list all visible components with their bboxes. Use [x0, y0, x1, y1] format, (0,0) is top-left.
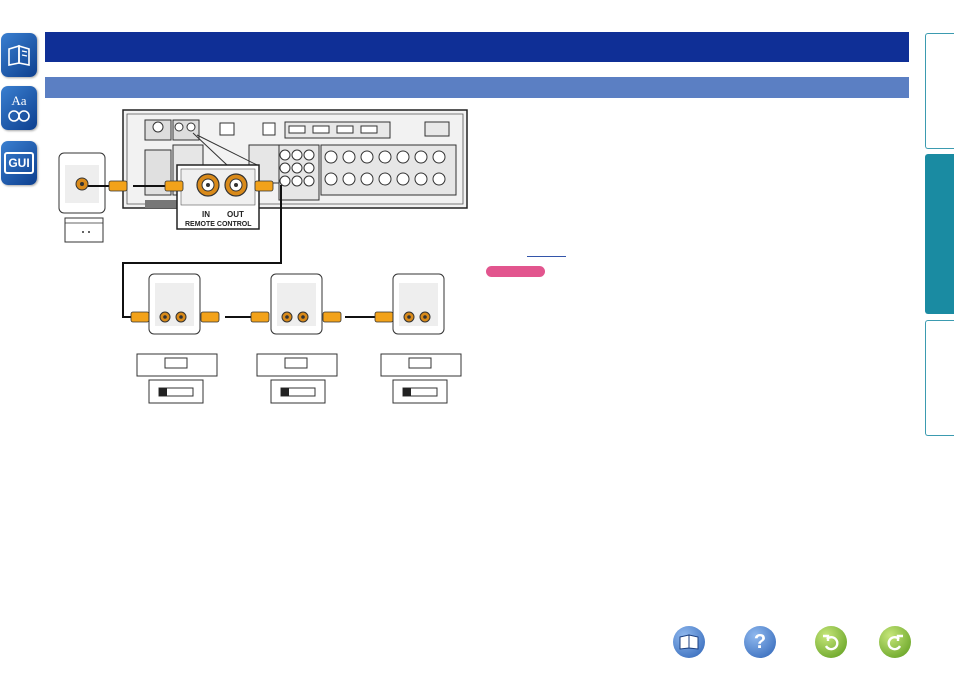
help-question-glyph: ?: [753, 630, 767, 653]
device-unit-2: [256, 273, 338, 404]
index-aa-icon[interactable]: Aa: [1, 86, 37, 130]
help-question-icon[interactable]: ?: [744, 626, 776, 658]
manual-book-icon[interactable]: [673, 626, 705, 658]
glasses-icon: [8, 109, 30, 122]
subsection-title-bar: [45, 77, 909, 98]
gui-icon[interactable]: GUI: [1, 141, 37, 185]
gui-label: GUI: [8, 156, 30, 170]
undo-back-icon[interactable]: [815, 626, 847, 658]
receiver-rear-panel: [122, 109, 468, 209]
note-label-badge: [486, 266, 545, 277]
tab-top[interactable]: [925, 33, 954, 149]
page-link-underline[interactable]: [527, 256, 566, 257]
contents-book-icon[interactable]: [1, 33, 37, 77]
tab-bottom[interactable]: [925, 320, 954, 436]
tab-middle[interactable]: [925, 154, 954, 314]
index-aa-label: Aa: [11, 92, 27, 108]
remote-control-label: REMOTE CONTROL: [185, 221, 252, 228]
redo-forward-icon[interactable]: [879, 626, 911, 658]
ir-receiver-device: [58, 152, 106, 243]
device-unit-1: [136, 273, 218, 404]
device-unit-3: [380, 273, 462, 404]
connection-diagram: IN OUT REMOTE CONTROL: [58, 109, 468, 404]
remote-out-label: OUT: [227, 210, 244, 219]
section-title-bar: [45, 32, 909, 62]
remote-in-label: IN: [202, 210, 210, 219]
